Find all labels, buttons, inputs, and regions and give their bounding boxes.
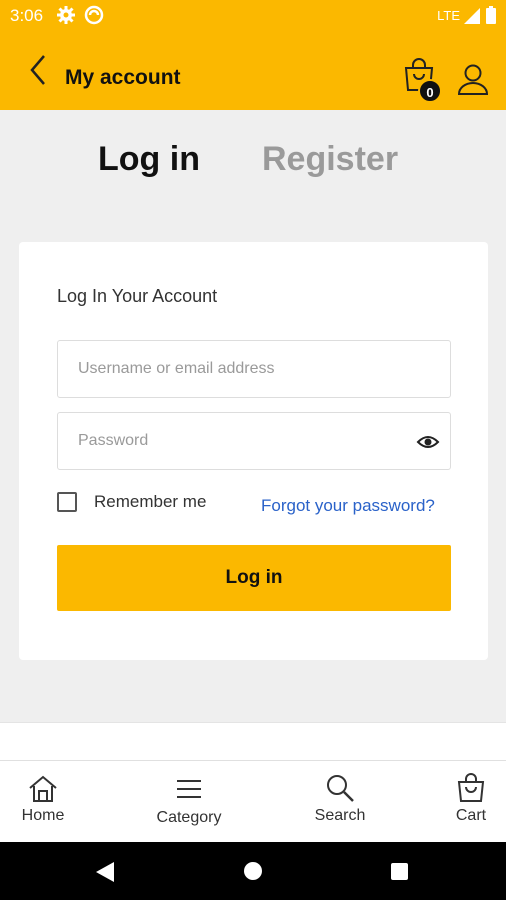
remember-me-checkbox[interactable] bbox=[57, 492, 77, 512]
login-button[interactable]: Log in bbox=[57, 545, 451, 611]
nav-label-cart: Cart bbox=[455, 807, 487, 824]
password-field bbox=[57, 412, 451, 470]
shopping-bag-icon bbox=[456, 773, 486, 808]
eye-icon[interactable] bbox=[416, 431, 440, 453]
system-nav-bar bbox=[0, 842, 506, 900]
back-button[interactable] bbox=[18, 50, 58, 90]
search-icon bbox=[325, 773, 355, 808]
nav-label-category: Category bbox=[156, 809, 222, 826]
battery-icon bbox=[486, 6, 496, 29]
user-account-button[interactable] bbox=[456, 62, 492, 98]
remember-me-row: Remember me bbox=[57, 492, 206, 512]
tab-login[interactable]: Log in bbox=[98, 140, 200, 179]
login-form-title: Log In Your Account bbox=[57, 286, 218, 306]
sync-icon bbox=[84, 5, 104, 30]
login-card: Log In Your Account Remember me Forgot y… bbox=[19, 242, 488, 660]
nav-label-search: Search bbox=[314, 807, 366, 824]
bottom-nav: Home Category Search Cart bbox=[0, 760, 506, 842]
menu-icon bbox=[176, 779, 202, 804]
nav-item-home[interactable]: Home bbox=[0, 761, 98, 843]
nav-item-cart[interactable]: Cart bbox=[416, 761, 506, 843]
nav-item-category[interactable]: Category bbox=[134, 761, 244, 843]
signal-icon bbox=[464, 8, 480, 29]
tab-register[interactable]: Register bbox=[262, 140, 398, 179]
forgot-password-link[interactable]: Forgot your password? bbox=[261, 496, 435, 516]
system-home-button[interactable] bbox=[244, 862, 262, 880]
username-field bbox=[57, 340, 451, 398]
nav-item-search[interactable]: Search bbox=[285, 761, 395, 843]
username-input[interactable] bbox=[58, 341, 450, 397]
system-back-button[interactable] bbox=[96, 862, 114, 887]
user-icon bbox=[457, 64, 489, 95]
system-recents-button[interactable] bbox=[391, 863, 408, 880]
home-icon bbox=[27, 775, 59, 808]
back-arrow-icon bbox=[30, 55, 45, 85]
auth-tabs: Log in Register bbox=[0, 140, 506, 200]
status-bar: 3:06 LTE bbox=[0, 0, 506, 32]
settings-icon bbox=[56, 5, 76, 30]
content-footer-strip bbox=[0, 722, 506, 760]
password-input[interactable] bbox=[58, 413, 450, 469]
status-time: 3:06 bbox=[10, 6, 44, 25]
remember-me-label[interactable]: Remember me bbox=[94, 492, 206, 512]
nav-label-home: Home bbox=[21, 807, 65, 824]
network-label: LTE bbox=[437, 8, 460, 23]
page-title: My account bbox=[65, 66, 181, 89]
cart-count-badge: 0 bbox=[418, 79, 442, 103]
